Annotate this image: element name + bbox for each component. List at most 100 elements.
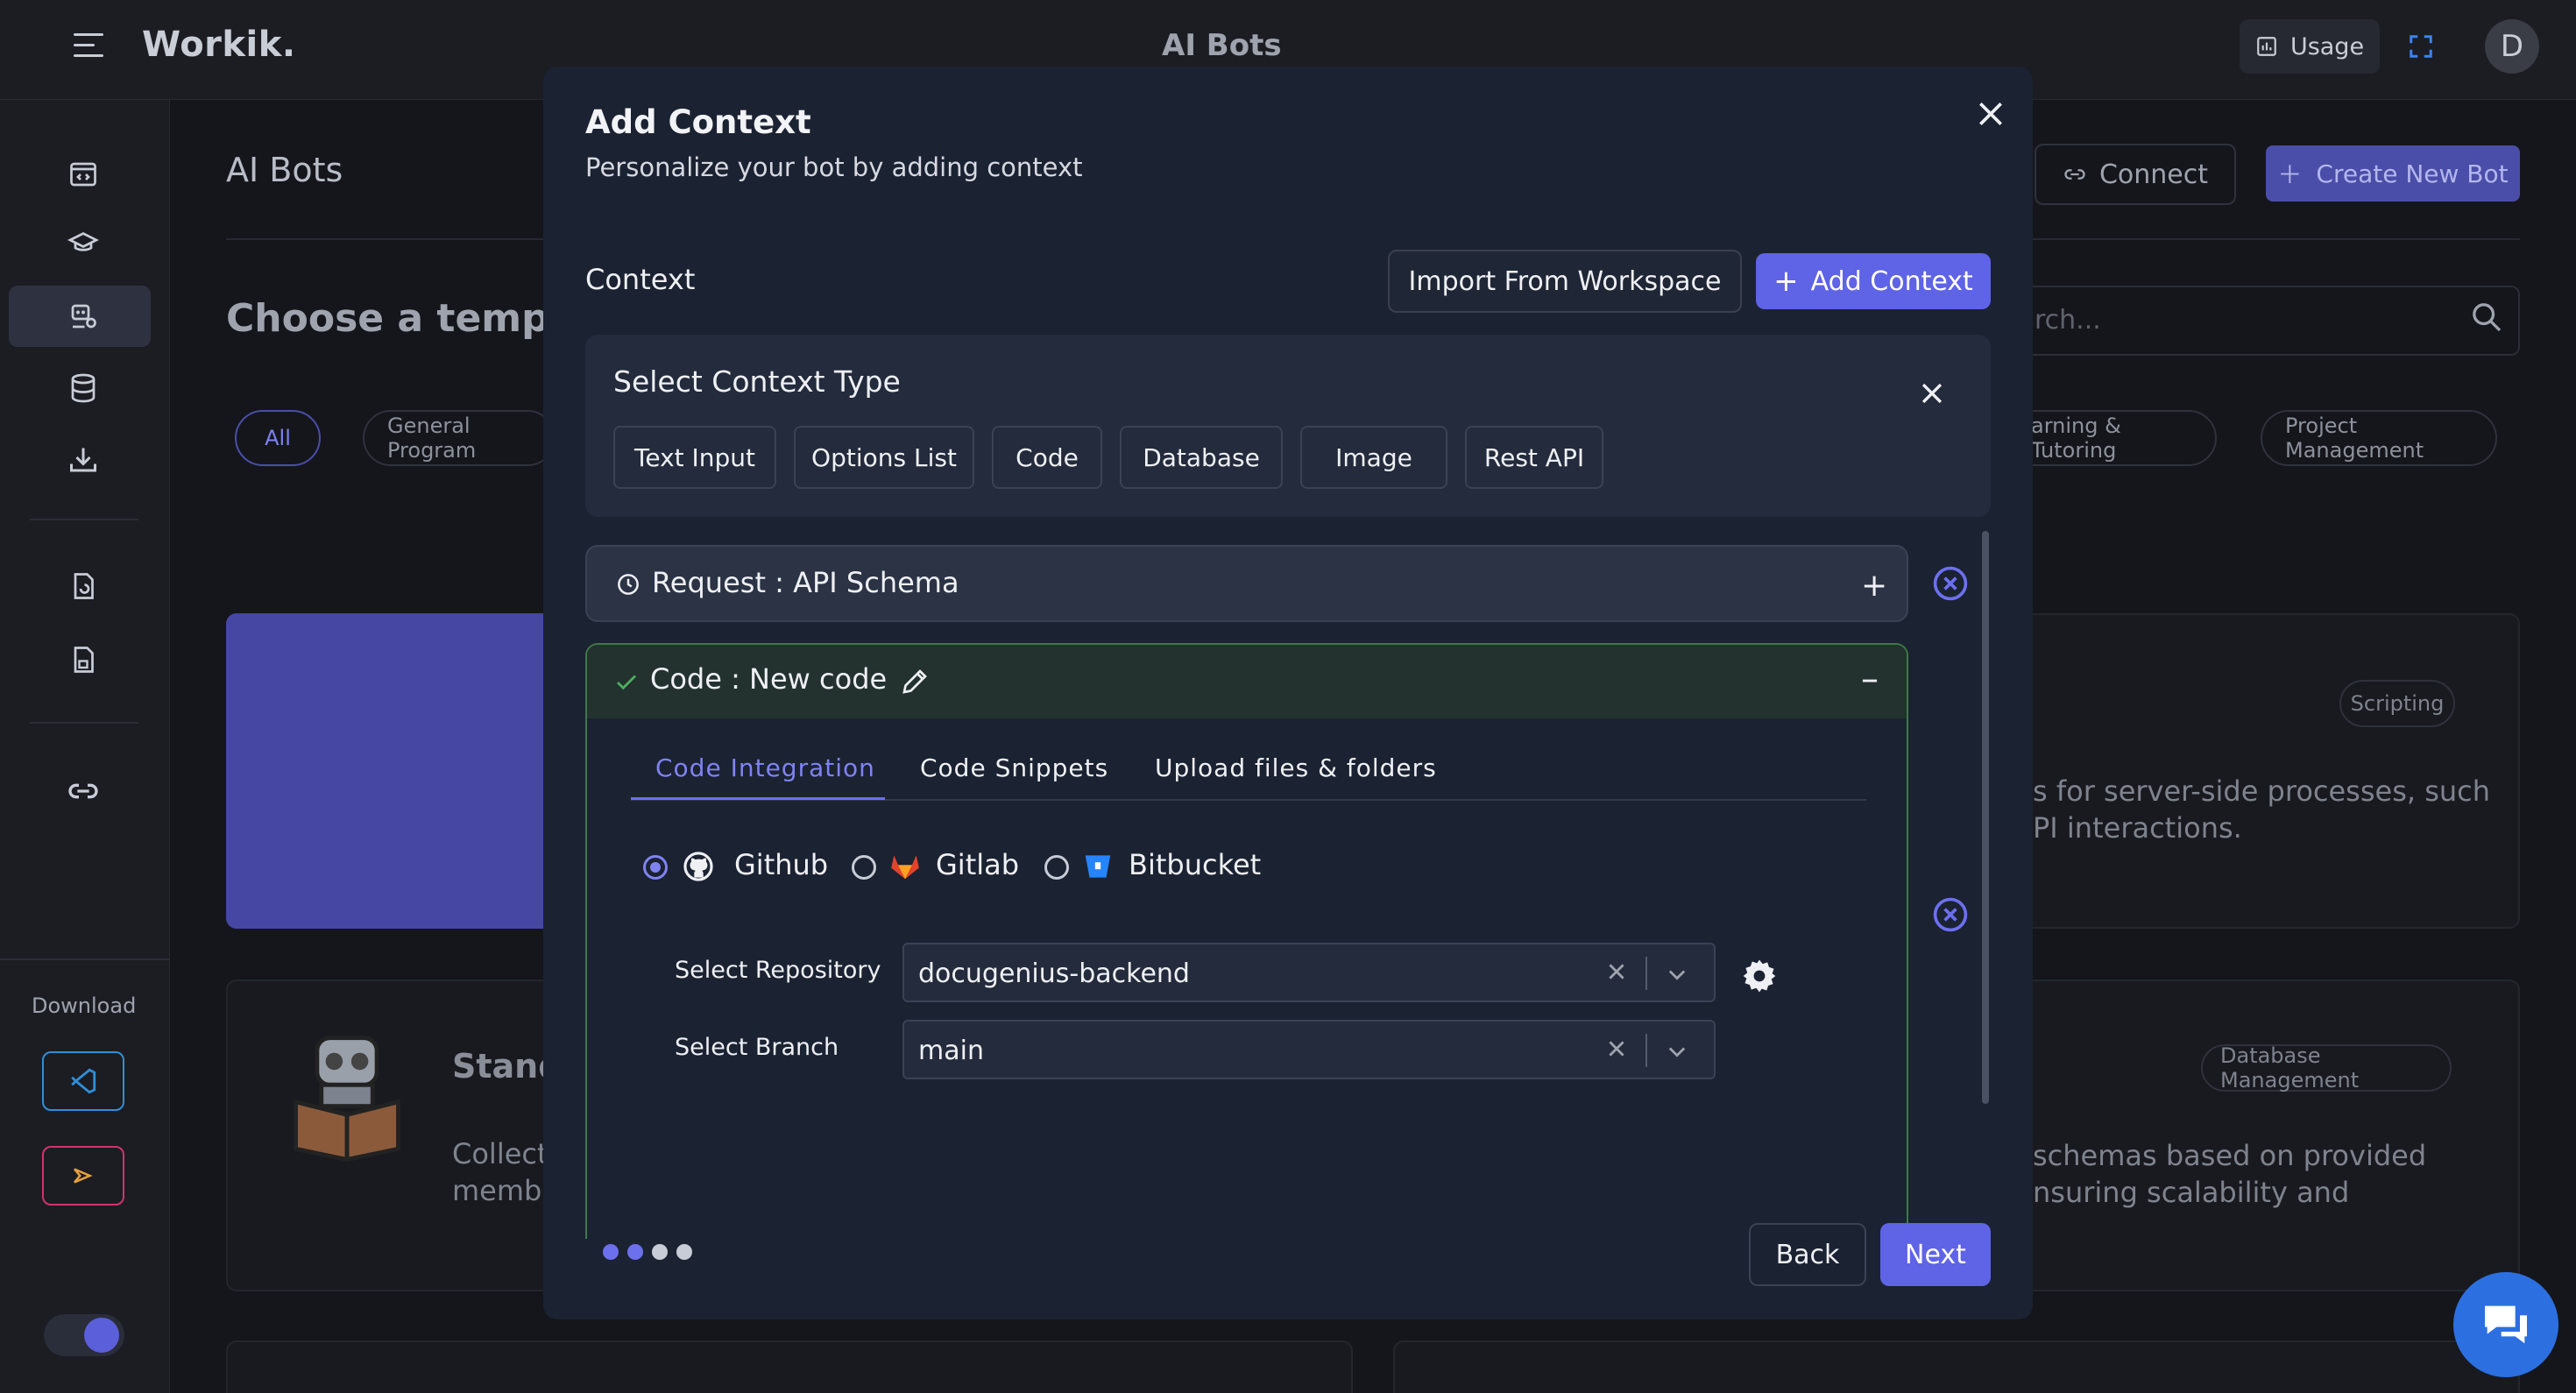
- jetbrains-download-button[interactable]: [42, 1146, 124, 1206]
- usage-button[interactable]: Usage: [2240, 19, 2380, 74]
- card-description: schemas based on provided: [2033, 1139, 2427, 1172]
- context-type-panel: Select Context Type Text Input Options L…: [585, 335, 1991, 517]
- edit-icon[interactable]: [899, 666, 931, 697]
- chip-project-management[interactable]: Project Management: [2261, 410, 2497, 466]
- jetbrains-icon: [74, 1168, 93, 1184]
- category-tag: Database Management: [2201, 1043, 2452, 1092]
- code-item-body: Code Integration Code Snippets Upload fi…: [587, 718, 1907, 1239]
- collapse-icon[interactable]: –: [1861, 659, 1879, 699]
- card-description: PI interactions.: [2033, 811, 2242, 845]
- gear-icon[interactable]: [1740, 957, 1779, 995]
- sidebar-item-ai-bots[interactable]: [63, 296, 103, 336]
- avatar[interactable]: D: [2485, 19, 2539, 74]
- chevron-down-icon[interactable]: [1665, 1039, 1689, 1064]
- link-icon: [2064, 169, 2085, 180]
- moon-icon: [84, 1318, 119, 1353]
- check-icon: [617, 675, 636, 690]
- sidebar-item-files[interactable]: [63, 640, 103, 680]
- chevron-down-icon[interactable]: [1665, 962, 1689, 986]
- sidebar-item-database[interactable]: [63, 368, 103, 408]
- bitbucket-icon: [1085, 855, 1111, 878]
- request-context-item[interactable]: Request : API Schema +: [585, 545, 1908, 622]
- graduation-cap-icon: [67, 231, 99, 251]
- context-type-title: Select Context Type: [613, 364, 901, 399]
- clear-icon[interactable]: [1605, 1037, 1628, 1060]
- gitlab-label: Gitlab: [936, 848, 1020, 881]
- expand-icon[interactable]: +: [1861, 568, 1887, 604]
- download-tray-icon: [70, 448, 96, 472]
- sidebar-divider: [30, 722, 138, 724]
- type-rest-api-button[interactable]: Rest API: [1465, 426, 1603, 489]
- branch-select[interactable]: main: [902, 1020, 1716, 1079]
- type-code-button[interactable]: Code: [992, 426, 1102, 489]
- branch-value: main: [918, 1036, 984, 1066]
- search-icon[interactable]: [2469, 300, 2504, 335]
- create-new-bot-button[interactable]: ＋ Create New Bot: [2266, 145, 2520, 202]
- tab-code-integration[interactable]: Code Integration: [655, 753, 875, 782]
- add-context-modal: Add Context Personalize your bot by addi…: [543, 67, 2033, 1319]
- radio-gitlab[interactable]: [852, 855, 876, 880]
- vscode-download-button[interactable]: [42, 1051, 124, 1111]
- close-icon[interactable]: [1973, 96, 2008, 131]
- remove-circle-icon[interactable]: [1931, 564, 1970, 603]
- close-icon[interactable]: [1917, 378, 1947, 408]
- plus-icon: +: [1773, 264, 1799, 299]
- gitlab-icon: [891, 855, 919, 880]
- next-button[interactable]: Next: [1880, 1223, 1991, 1286]
- code-item-label: Code : New code: [650, 662, 888, 696]
- radio-bitbucket[interactable]: [1044, 855, 1069, 880]
- radio-github[interactable]: [643, 855, 668, 880]
- sidebar-item-downloads[interactable]: [63, 440, 103, 480]
- fullscreen-icon[interactable]: [2408, 33, 2434, 60]
- step-dot: [652, 1244, 668, 1260]
- sidebar-item-docs[interactable]: [63, 566, 103, 606]
- sidebar-item-integrations[interactable]: [63, 771, 103, 811]
- type-text-input-button[interactable]: Text Input: [613, 426, 776, 489]
- search-input[interactable]: rch...: [2015, 286, 2520, 356]
- tab-upload-files[interactable]: Upload files & folders: [1155, 753, 1437, 782]
- add-context-button[interactable]: + Add Context: [1756, 253, 1991, 309]
- step-indicator: [603, 1244, 692, 1260]
- history-icon: [618, 574, 639, 595]
- repository-value: docugenius-backend: [918, 958, 1190, 989]
- remove-circle-icon[interactable]: [1931, 895, 1970, 934]
- page-title: AI Bots: [226, 151, 343, 189]
- sidebar-item-learning[interactable]: [63, 223, 103, 263]
- context-label: Context: [585, 263, 696, 296]
- chip-learning-tutoring[interactable]: arning & Tutoring: [2006, 410, 2217, 466]
- code-item-header[interactable]: Code : New code –: [587, 645, 1907, 718]
- repository-select[interactable]: docugenius-backend: [902, 943, 1716, 1002]
- template-card[interactable]: [1393, 1340, 2520, 1393]
- import-from-workspace-button[interactable]: Import From Workspace: [1388, 250, 1742, 313]
- step-dot: [676, 1244, 692, 1260]
- database-icon: [71, 373, 96, 403]
- scrollbar[interactable]: [1982, 531, 1989, 1104]
- chat-support-button[interactable]: [2453, 1272, 2558, 1377]
- theme-toggle[interactable]: [44, 1314, 124, 1356]
- type-options-list-button[interactable]: Options List: [794, 426, 974, 489]
- modal-subtitle: Personalize your bot by adding context: [585, 152, 1083, 182]
- menu-icon[interactable]: [74, 33, 103, 63]
- select-separator: [1645, 1034, 1647, 1067]
- connect-label: Connect: [2098, 159, 2209, 190]
- bot-settings-icon: [71, 304, 96, 329]
- sidebar-item-workspace[interactable]: [63, 154, 103, 194]
- sidebar: Download: [0, 100, 170, 1393]
- type-database-button[interactable]: Database: [1120, 426, 1283, 489]
- window-code-icon: [70, 162, 96, 187]
- category-tag: Scripting: [2339, 680, 2455, 727]
- page-header-title: AI Bots: [1162, 28, 1282, 63]
- chip-general-programming[interactable]: General Program: [363, 410, 556, 466]
- connect-button[interactable]: Connect: [2035, 144, 2236, 205]
- tab-code-snippets[interactable]: Code Snippets: [920, 753, 1108, 782]
- card-description: nsuring scalability and: [2033, 1176, 2350, 1209]
- chip-all[interactable]: All: [235, 410, 321, 466]
- type-image-button[interactable]: Image: [1300, 426, 1447, 489]
- step-dot: [603, 1244, 619, 1260]
- create-label: Create New Bot: [2316, 159, 2509, 188]
- brand-logo[interactable]: Workik.: [142, 25, 296, 65]
- clear-icon[interactable]: [1605, 960, 1628, 983]
- bitbucket-label: Bitbucket: [1129, 848, 1262, 881]
- template-card[interactable]: [226, 1340, 1353, 1393]
- back-button[interactable]: Back: [1749, 1223, 1866, 1286]
